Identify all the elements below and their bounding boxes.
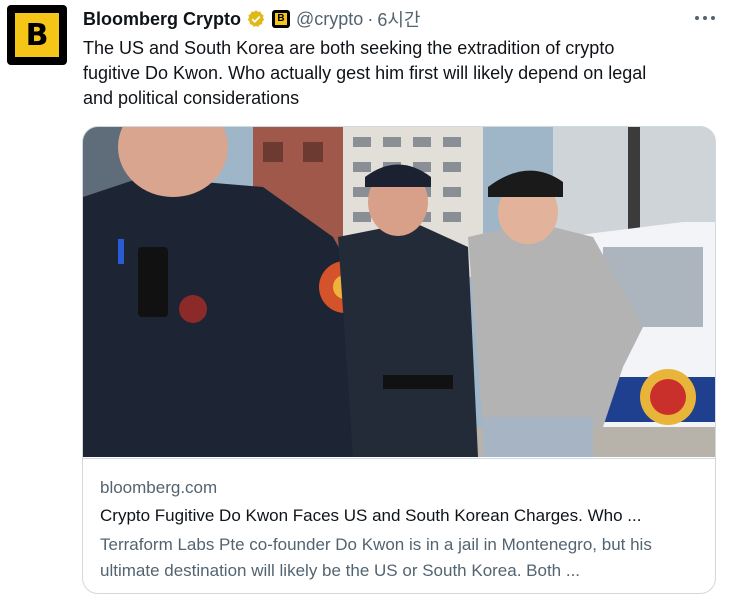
author-avatar[interactable]: B [7, 5, 67, 65]
card-description: Terraform Labs Pte co-founder Do Kwon is… [100, 535, 652, 580]
tweet-timestamp[interactable]: 6시간 [377, 6, 420, 32]
more-horizontal-icon [695, 16, 715, 20]
tweet-header: Bloomberg Crypto B @crypto · 6시간 [83, 6, 420, 32]
author-handle[interactable]: @crypto [296, 9, 363, 30]
card-meta: bloomberg.com Crypto Fugitive Do Kwon Fa… [83, 458, 715, 593]
separator-dot: · [367, 8, 374, 29]
more-options-button[interactable] [692, 8, 718, 28]
affiliate-badge-icon[interactable]: B [272, 10, 291, 28]
avatar-logo: B [15, 13, 59, 57]
card-image [83, 127, 715, 457]
verified-badge-icon[interactable] [246, 9, 266, 29]
author-name[interactable]: Bloomberg Crypto [83, 9, 241, 30]
card-headline[interactable]: Crypto Fugitive Do Kwon Faces US and Sou… [100, 506, 700, 526]
card-domain: bloomberg.com [100, 478, 218, 497]
tweet-text: The US and South Korea are both seeking … [83, 38, 647, 108]
link-card[interactable]: bloomberg.com Crypto Fugitive Do Kwon Fa… [82, 126, 716, 594]
